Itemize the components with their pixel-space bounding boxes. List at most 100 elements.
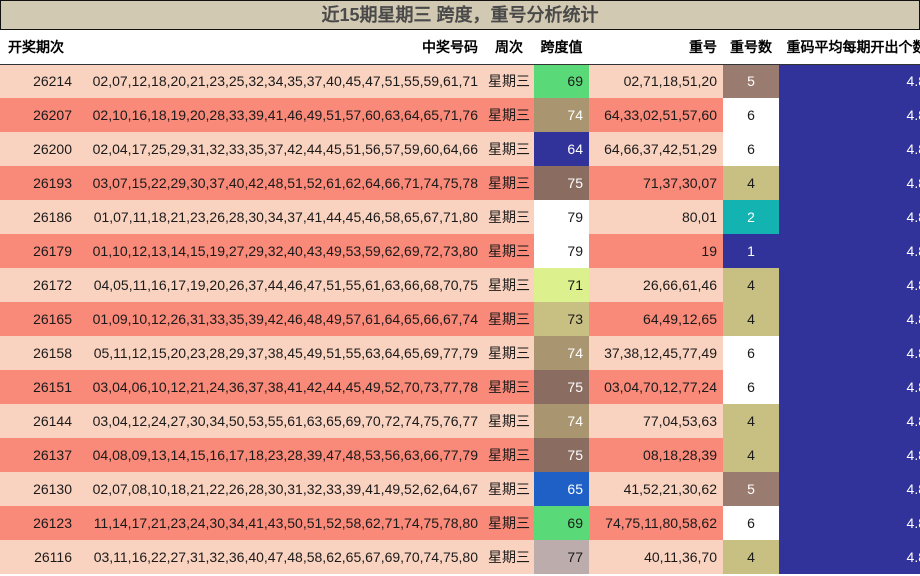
repeat-count-cell: 4: [723, 268, 779, 302]
repeat-cell: 64,33,02,51,57,60: [604, 107, 717, 123]
issue-cell: 26207: [33, 107, 72, 123]
issue-cell: 26158: [33, 345, 72, 361]
avg-cell: 4.8: [779, 472, 920, 506]
repeat-count-cell: 5: [723, 64, 779, 98]
avg-cell: 4.8: [779, 336, 920, 370]
numbers-cell: 05,11,12,15,20,23,28,29,37,38,45,49,51,5…: [93, 345, 478, 361]
table-row: 26158 05,11,12,15,20,23,28,29,37,38,45,49…: [0, 336, 920, 370]
repeat-count-cell: 6: [723, 506, 779, 540]
span-cell: 69: [534, 506, 589, 540]
weekday-cell: 星期三: [488, 73, 530, 90]
table-row: 26130 02,07,08,10,18,21,22,26,28,30,31,32…: [0, 472, 920, 506]
avg-cell: 4.8: [779, 200, 920, 234]
numbers-cell: 11,14,17,21,23,24,30,34,41,43,50,51,52,5…: [93, 515, 478, 531]
span-cell: 64: [534, 132, 589, 166]
issue-cell: 26116: [34, 549, 72, 565]
table-row: 26200 02,04,17,25,29,31,32,33,35,37,42,44…: [0, 132, 920, 166]
span-cell: 75: [534, 370, 589, 404]
table-row: 26207 02,10,16,18,19,20,28,33,39,41,46,49…: [0, 98, 920, 132]
repeat-count-cell: 2: [723, 200, 779, 234]
repeat-count-cell: 6: [723, 98, 779, 132]
repeat-cell: 71,37,30,07: [643, 175, 717, 191]
repeat-cell: 74,75,11,80,58,62: [605, 515, 717, 531]
span-cell: 74: [534, 98, 589, 132]
span-cell: 79: [534, 234, 589, 268]
repeat-cell: 41,52,21,30,62: [623, 481, 717, 497]
span-cell: 77: [534, 540, 589, 574]
weekday-cell: 星期三: [488, 515, 530, 531]
repeat-count-cell: 4: [723, 166, 779, 200]
numbers-cell: 01,07,11,18,21,23,26,28,30,34,37,41,44,4…: [93, 209, 478, 225]
table-row: 26116 03,11,16,22,27,31,32,36,40,47,48,58…: [0, 540, 920, 574]
repeat-count-cell: 6: [723, 370, 779, 404]
table-body: 26214 02,07,12,18,20,21,23,25,32,34,35,37…: [0, 64, 920, 574]
numbers-cell: 01,10,12,13,14,15,19,27,29,32,40,43,49,5…: [92, 243, 478, 259]
repeat-cell: 77,04,53,63: [643, 413, 717, 429]
repeat-cell: 03,04,70,12,77,24: [604, 379, 717, 395]
numbers-cell: 03,11,16,22,27,31,32,36,40,47,48,58,62,6…: [93, 549, 478, 565]
numbers-cell: 01,09,10,12,26,31,33,35,39,42,46,48,49,5…: [92, 311, 478, 327]
weekday-cell: 星期三: [488, 107, 530, 123]
table-row: 26137 04,08,09,13,14,15,16,17,18,23,28,39…: [0, 438, 920, 472]
numbers-cell: 02,07,08,10,18,21,22,26,28,30,31,32,33,3…: [92, 481, 478, 497]
table-row: 26172 04,05,11,16,17,19,20,26,37,44,46,47…: [0, 268, 920, 302]
repeat-cell: 37,38,12,45,77,49: [604, 345, 717, 361]
header-avg: 重码平均每期开出个数: [779, 30, 920, 65]
weekday-cell: 星期三: [488, 481, 530, 497]
avg-cell: 4.8: [779, 64, 920, 98]
span-cell: 74: [534, 336, 589, 370]
repeat-cell: 19: [701, 243, 717, 259]
weekday-cell: 星期三: [488, 413, 530, 429]
issue-cell: 26186: [33, 209, 72, 225]
numbers-cell: 04,05,11,16,17,19,20,26,37,44,46,47,51,5…: [93, 277, 478, 293]
span-cell: 74: [534, 404, 589, 438]
repeat-cell: 26,66,61,46: [643, 277, 717, 293]
avg-cell: 4.8: [779, 268, 920, 302]
repeat-count-cell: 4: [723, 404, 779, 438]
avg-cell: 4.8: [779, 302, 920, 336]
issue-cell: 26193: [33, 175, 72, 191]
table-row: 26186 01,07,11,18,21,23,26,28,30,34,37,41…: [0, 200, 920, 234]
issue-cell: 26179: [33, 243, 72, 259]
table-header-row: 开奖期次 中奖号码 周次 跨度值 重号 重号数 重码平均每期开出个数: [0, 30, 920, 65]
repeat-cell: 80,01: [681, 209, 717, 225]
numbers-cell: 02,10,16,18,19,20,28,33,39,41,46,49,51,5…: [92, 107, 478, 123]
avg-cell: 4.8: [779, 438, 920, 472]
header-issue: 开奖期次: [0, 30, 78, 65]
repeat-count-cell: 1: [723, 234, 779, 268]
issue-cell: 26214: [33, 73, 72, 90]
avg-cell: 4.8: [779, 404, 920, 438]
repeat-cell: 40,11,36,70: [644, 549, 717, 565]
span-cell: 79: [534, 200, 589, 234]
numbers-cell: 03,04,12,24,27,30,34,50,53,55,61,63,65,6…: [92, 413, 478, 429]
page-title: 近15期星期三 跨度，重号分析统计: [0, 0, 920, 30]
avg-cell: 4.8: [779, 506, 920, 540]
avg-cell: 4.8: [779, 166, 920, 200]
weekday-cell: 星期三: [488, 549, 530, 565]
header-repeat: 重号: [589, 30, 723, 65]
repeat-count-cell: 4: [723, 302, 779, 336]
issue-cell: 26144: [33, 413, 72, 429]
weekday-cell: 星期三: [488, 277, 530, 293]
numbers-cell: 02,04,17,25,29,31,32,33,35,37,42,44,45,5…: [92, 141, 478, 157]
repeat-cell: 64,49,12,65: [643, 311, 717, 327]
table-row: 26165 01,09,10,12,26,31,33,35,39,42,46,48…: [0, 302, 920, 336]
numbers-cell: 03,07,15,22,29,30,37,40,42,48,51,52,61,6…: [92, 175, 478, 191]
span-cell: 73: [534, 302, 589, 336]
table-row: 26151 03,04,06,10,12,21,24,36,37,38,41,42…: [0, 370, 920, 404]
weekday-cell: 星期三: [488, 175, 530, 191]
repeat-count-cell: 5: [723, 472, 779, 506]
avg-cell: 4.8: [779, 370, 920, 404]
issue-cell: 26137: [33, 447, 72, 463]
numbers-cell: 02,07,12,18,20,21,23,25,32,34,35,37,40,4…: [92, 73, 478, 90]
span-cell: 69: [534, 64, 589, 98]
analysis-table: 开奖期次 中奖号码 周次 跨度值 重号 重号数 重码平均每期开出个数 26214…: [0, 30, 920, 574]
avg-cell: 4.8: [779, 98, 920, 132]
repeat-count-cell: 4: [723, 540, 779, 574]
weekday-cell: 星期三: [488, 243, 530, 259]
repeat-count-cell: 6: [723, 132, 779, 166]
avg-cell: 4.8: [779, 132, 920, 166]
weekday-cell: 星期三: [488, 345, 530, 361]
repeat-count-cell: 6: [723, 336, 779, 370]
table-row: 26179 01,10,12,13,14,15,19,27,29,32,40,43…: [0, 234, 920, 268]
